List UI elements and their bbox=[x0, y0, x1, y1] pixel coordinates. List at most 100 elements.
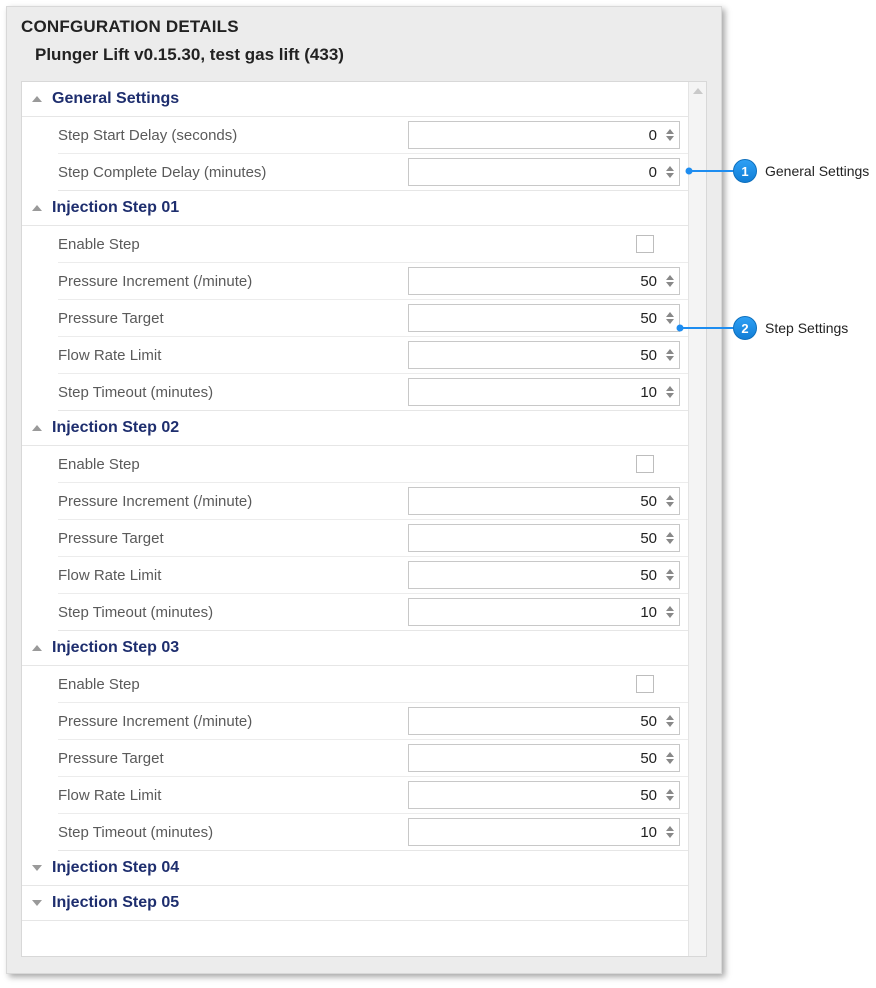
spinner-pressure-inc[interactable] bbox=[408, 487, 680, 515]
chevron-down-icon[interactable] bbox=[666, 613, 674, 618]
chevron-up-icon[interactable] bbox=[666, 715, 674, 720]
spinner-pressure-target[interactable] bbox=[408, 304, 680, 332]
row-label: Step Timeout (minutes) bbox=[58, 818, 408, 847]
spinner-start-delay[interactable] bbox=[408, 121, 680, 149]
spinner-pressure-target[interactable] bbox=[408, 744, 680, 772]
input-pressure-inc[interactable] bbox=[409, 268, 663, 294]
chevron-down-icon[interactable] bbox=[666, 393, 674, 398]
row-label: Pressure Target bbox=[58, 304, 408, 333]
row-flow-limit: Flow Rate Limit bbox=[58, 777, 688, 814]
section-title: Injection Step 05 bbox=[52, 894, 179, 912]
input-pressure-inc[interactable] bbox=[409, 488, 663, 514]
callout-text: General Settings bbox=[765, 163, 869, 179]
caret-down-icon bbox=[32, 865, 42, 871]
row-pressure-target: Pressure Target bbox=[58, 520, 688, 557]
chevron-up-icon[interactable] bbox=[666, 312, 674, 317]
row-complete-delay: Step Complete Delay (minutes) bbox=[58, 154, 688, 191]
input-timeout[interactable] bbox=[409, 599, 663, 625]
input-flow-limit[interactable] bbox=[409, 782, 663, 808]
spinner-timeout[interactable] bbox=[408, 818, 680, 846]
section-header-step01[interactable]: Injection Step 01 bbox=[22, 191, 688, 226]
chevron-down-icon[interactable] bbox=[666, 502, 674, 507]
checkbox-enable-step[interactable] bbox=[636, 235, 654, 253]
input-timeout[interactable] bbox=[409, 379, 663, 405]
checkbox-enable-step[interactable] bbox=[636, 675, 654, 693]
chevron-down-icon[interactable] bbox=[666, 759, 674, 764]
caret-up-icon bbox=[32, 425, 42, 431]
spinner-pressure-inc[interactable] bbox=[408, 707, 680, 735]
input-start-delay[interactable] bbox=[409, 122, 663, 148]
spinner-timeout[interactable] bbox=[408, 378, 680, 406]
row-label: Flow Rate Limit bbox=[58, 341, 408, 370]
spinner-complete-delay[interactable] bbox=[408, 158, 680, 186]
chevron-up-icon[interactable] bbox=[666, 129, 674, 134]
section-body-general: Step Start Delay (seconds) Step Complete… bbox=[22, 117, 688, 191]
input-complete-delay[interactable] bbox=[409, 159, 663, 185]
chevron-down-icon[interactable] bbox=[666, 833, 674, 838]
panel-subtitle: Plunger Lift v0.15.30, test gas lift (43… bbox=[7, 43, 721, 81]
chevron-down-icon[interactable] bbox=[666, 796, 674, 801]
scrollbar[interactable] bbox=[688, 82, 706, 956]
input-timeout[interactable] bbox=[409, 819, 663, 845]
row-enable-step: Enable Step bbox=[58, 226, 688, 263]
section-title: Injection Step 04 bbox=[52, 859, 179, 877]
input-flow-limit[interactable] bbox=[409, 342, 663, 368]
chevron-up-icon[interactable] bbox=[666, 569, 674, 574]
chevron-up-icon[interactable] bbox=[666, 275, 674, 280]
input-pressure-target[interactable] bbox=[409, 305, 663, 331]
spinner-flow-limit[interactable] bbox=[408, 341, 680, 369]
chevron-up-icon[interactable] bbox=[666, 826, 674, 831]
chevron-down-icon[interactable] bbox=[666, 136, 674, 141]
section-header-step03[interactable]: Injection Step 03 bbox=[22, 631, 688, 666]
chevron-up-icon[interactable] bbox=[666, 166, 674, 171]
chevron-up-icon[interactable] bbox=[666, 606, 674, 611]
chevron-up-icon[interactable] bbox=[666, 495, 674, 500]
input-pressure-target[interactable] bbox=[409, 525, 663, 551]
callout-bubble: 2 bbox=[733, 316, 757, 340]
spinner-flow-limit[interactable] bbox=[408, 561, 680, 589]
checkbox-enable-step[interactable] bbox=[636, 455, 654, 473]
input-flow-limit[interactable] bbox=[409, 562, 663, 588]
spinner-timeout[interactable] bbox=[408, 598, 680, 626]
section-header-general[interactable]: General Settings bbox=[22, 82, 688, 117]
chevron-down-icon[interactable] bbox=[666, 173, 674, 178]
row-pressure-inc: Pressure Increment (/minute) bbox=[58, 703, 688, 740]
row-label: Step Timeout (minutes) bbox=[58, 598, 408, 627]
input-pressure-inc[interactable] bbox=[409, 708, 663, 734]
row-pressure-target: Pressure Target bbox=[58, 740, 688, 777]
section-title: General Settings bbox=[52, 90, 179, 108]
row-label: Pressure Target bbox=[58, 524, 408, 553]
row-label: Enable Step bbox=[58, 450, 408, 479]
scroll-up-icon[interactable] bbox=[693, 88, 703, 94]
caret-up-icon bbox=[32, 96, 42, 102]
chevron-down-icon[interactable] bbox=[666, 576, 674, 581]
section-title: Injection Step 01 bbox=[52, 199, 179, 217]
chevron-down-icon[interactable] bbox=[666, 539, 674, 544]
section-header-step05[interactable]: Injection Step 05 bbox=[22, 886, 688, 921]
chevron-up-icon[interactable] bbox=[666, 789, 674, 794]
chevron-down-icon[interactable] bbox=[666, 356, 674, 361]
section-header-step04[interactable]: Injection Step 04 bbox=[22, 851, 688, 886]
section-header-step02[interactable]: Injection Step 02 bbox=[22, 411, 688, 446]
section-title: Injection Step 02 bbox=[52, 419, 179, 437]
spinner-pressure-inc[interactable] bbox=[408, 267, 680, 295]
sections-container: General Settings Step Start Delay (secon… bbox=[21, 81, 707, 957]
section-body-step01: Enable Step Pressure Increment (/minute)… bbox=[22, 226, 688, 411]
spinner-flow-limit[interactable] bbox=[408, 781, 680, 809]
row-pressure-inc: Pressure Increment (/minute) bbox=[58, 263, 688, 300]
chevron-down-icon[interactable] bbox=[666, 319, 674, 324]
spinner-pressure-target[interactable] bbox=[408, 524, 680, 552]
row-timeout: Step Timeout (minutes) bbox=[58, 374, 688, 411]
chevron-down-icon[interactable] bbox=[666, 282, 674, 287]
caret-up-icon bbox=[32, 645, 42, 651]
input-pressure-target[interactable] bbox=[409, 745, 663, 771]
row-label: Step Timeout (minutes) bbox=[58, 378, 408, 407]
chevron-up-icon[interactable] bbox=[666, 532, 674, 537]
callout-1: 1 General Settings bbox=[733, 159, 869, 183]
chevron-down-icon[interactable] bbox=[666, 722, 674, 727]
chevron-up-icon[interactable] bbox=[666, 386, 674, 391]
section-body-step02: Enable Step Pressure Increment (/minute)… bbox=[22, 446, 688, 631]
chevron-up-icon[interactable] bbox=[666, 752, 674, 757]
config-panel: CONFGURATION DETAILS Plunger Lift v0.15.… bbox=[6, 6, 722, 974]
chevron-up-icon[interactable] bbox=[666, 349, 674, 354]
